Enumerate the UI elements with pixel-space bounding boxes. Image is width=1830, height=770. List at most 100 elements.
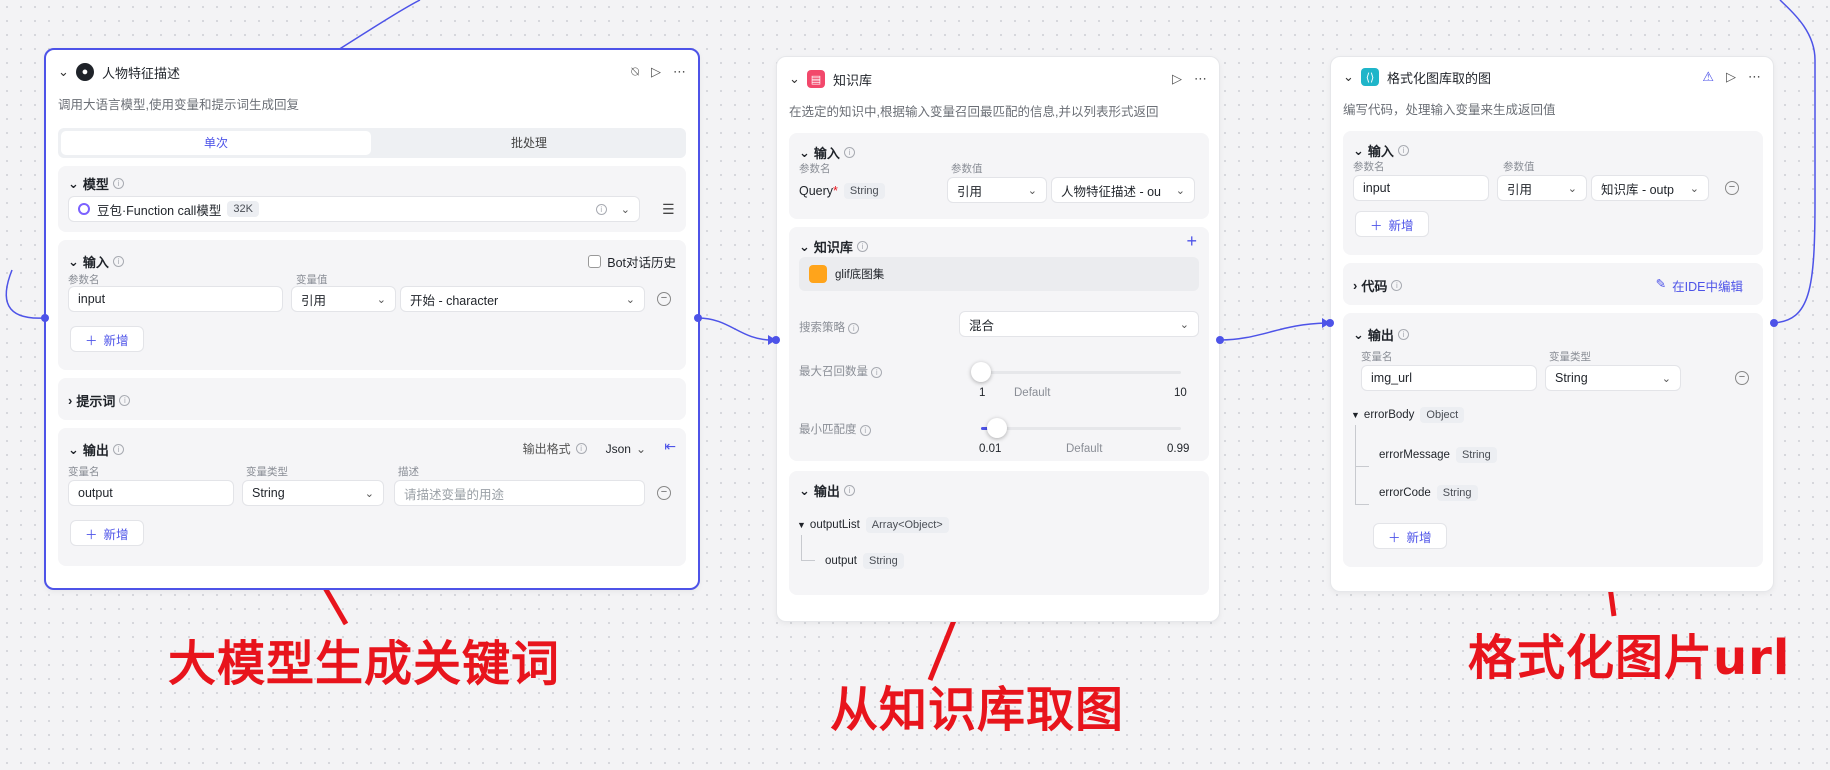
output-type-select[interactable]: String ⌄: [1545, 365, 1681, 391]
error-body-type: Object: [1420, 407, 1465, 423]
node1-input-port[interactable]: [41, 314, 49, 322]
plus-icon: ＋: [85, 333, 98, 348]
min-match-text: 最小匹配度: [799, 424, 857, 436]
edit-in-ide-link[interactable]: ✎ 在IDE中编辑: [1656, 276, 1743, 295]
node3-input-port[interactable]: [1326, 319, 1334, 327]
ref-value-select[interactable]: 人物特征描述 - ou ⌄: [1051, 177, 1195, 203]
output-var-value: output: [78, 486, 113, 500]
tree-expand-icon[interactable]: ▼: [797, 520, 806, 530]
tree-connector: [801, 535, 815, 561]
collapse-chevron-icon[interactable]: ⌄: [789, 71, 807, 87]
bot-history-checkbox[interactable]: Bot对话历史: [588, 252, 676, 271]
bell-off-icon[interactable]: ⍉: [631, 64, 639, 80]
chevron-right-icon[interactable]: ›: [1353, 278, 1357, 293]
kb-item[interactable]: glif底图集: [799, 257, 1199, 291]
add-label: 新增: [1406, 530, 1432, 545]
remove-icon[interactable]: −: [1735, 371, 1749, 385]
chevron-down-icon[interactable]: ⌄: [1353, 143, 1364, 159]
input-section: ⌄ 输入 i Bot对话历史 参数名 变量值 input 引用 ⌄ 开始 - char…: [58, 240, 686, 370]
ref-value-select[interactable]: 知识库 - outp ⌄: [1591, 175, 1709, 201]
info-icon: i: [856, 241, 868, 252]
output-section: ⌄ 输出 i 变量名 变量类型 img_url String ⌄ − ▼ errorB…: [1343, 313, 1763, 567]
node3-output-port[interactable]: [1770, 319, 1778, 327]
add-input-button[interactable]: ＋ 新增: [1355, 211, 1429, 237]
node2-output-port[interactable]: [1216, 336, 1224, 344]
chevron-down-icon[interactable]: ⌄: [68, 254, 79, 270]
add-kb-icon[interactable]: +: [1186, 231, 1197, 252]
collapse-chevron-icon[interactable]: ⌄: [1343, 69, 1361, 85]
tab-single[interactable]: 单次: [61, 131, 371, 155]
remove-icon[interactable]: −: [657, 486, 671, 500]
export-icon[interactable]: ⇤: [664, 438, 676, 455]
chevron-down-icon: ⌄: [1175, 184, 1185, 197]
node-character-description[interactable]: ⌄ ● 人物特征描述 ⍉ ▷ ⋯ 调用大语言模型,使用变量和提示词生成回复 单次…: [44, 48, 700, 590]
chevron-down-icon[interactable]: ⌄: [68, 176, 79, 192]
min-match-default: Default: [1066, 443, 1103, 455]
input-section-title: 输入: [82, 255, 109, 270]
desc-input[interactable]: 请描述变量的用途: [394, 480, 645, 506]
info-icon[interactable]: i: [595, 203, 607, 215]
run-icon[interactable]: ▷: [1726, 69, 1736, 85]
model-select[interactable]: 豆包·Function call模型 32K i ⌄: [68, 196, 640, 222]
more-icon[interactable]: ⋯: [1748, 69, 1761, 85]
chevron-down-icon[interactable]: ⌄: [799, 145, 810, 161]
output-var-name-input[interactable]: output: [68, 480, 234, 506]
output-var-name-input[interactable]: img_url: [1361, 365, 1537, 391]
node-description: 调用大语言模型,使用变量和提示词生成回复: [58, 98, 299, 112]
param-name-input[interactable]: input: [68, 286, 283, 312]
ref-value-select[interactable]: 开始 - character ⌄: [400, 286, 645, 312]
output-type-select[interactable]: String ⌄: [242, 480, 384, 506]
chevron-down-icon: ⌄: [376, 293, 386, 306]
node2-input-port[interactable]: [772, 336, 780, 344]
info-icon: i: [843, 147, 855, 158]
error-body-row: ▼ errorBody Object: [1351, 407, 1465, 423]
max-recall-track[interactable]: [981, 371, 1181, 374]
run-icon[interactable]: ▷: [651, 64, 661, 80]
plus-icon: ＋: [1370, 218, 1383, 233]
min-match-track[interactable]: [981, 427, 1181, 430]
chevron-down-icon: ⌄: [635, 441, 646, 456]
ref-type-select[interactable]: 引用 ⌄: [1497, 175, 1587, 201]
settings-sliders-icon[interactable]: ☰: [662, 201, 675, 218]
param-name-input[interactable]: input: [1353, 175, 1489, 201]
tree-expand-icon[interactable]: ▼: [1351, 410, 1360, 420]
chevron-right-icon[interactable]: ›: [68, 393, 72, 408]
query-label: Query: [799, 184, 834, 198]
node1-output-port[interactable]: [694, 314, 702, 322]
edit-in-ide-label: 在IDE中编辑: [1672, 280, 1743, 294]
tree-connector: [1355, 453, 1369, 467]
add-input-button[interactable]: ＋ 新增: [70, 326, 144, 352]
plus-icon: ＋: [85, 527, 98, 542]
remove-icon[interactable]: −: [657, 292, 671, 306]
remove-icon[interactable]: −: [1725, 181, 1739, 195]
min-match-knob[interactable]: [987, 418, 1007, 438]
ref-type-select[interactable]: 引用 ⌄: [947, 177, 1047, 203]
info-icon: i: [112, 256, 124, 267]
strategy-select[interactable]: 混合 ⌄: [959, 311, 1199, 337]
node-format-image[interactable]: ⌄ ⟨⟩ 格式化图库取的图 ⚠ ▷ ⋯ 编写代码，处理输入变量来生成返回值 ⌄ 输…: [1330, 56, 1774, 592]
info-icon: i: [1397, 329, 1409, 340]
add-output-button[interactable]: ＋ 新增: [1373, 523, 1447, 549]
max-recall-knob[interactable]: [971, 362, 991, 382]
chevron-down-icon[interactable]: ⌄: [68, 442, 79, 458]
info-icon: i: [859, 425, 871, 436]
output-format-select[interactable]: Json: [606, 442, 631, 456]
chevron-down-icon: ⌄: [1689, 182, 1699, 195]
more-icon[interactable]: ⋯: [673, 64, 686, 80]
chevron-down-icon: ⌄: [1179, 318, 1189, 331]
chevron-down-icon[interactable]: ⌄: [1353, 327, 1364, 343]
run-icon[interactable]: ▷: [1172, 71, 1182, 87]
collapse-chevron-icon[interactable]: ⌄: [58, 64, 76, 80]
add-output-button[interactable]: ＋ 新增: [70, 520, 144, 546]
checkbox-icon[interactable]: [588, 255, 602, 268]
info-icon: i: [112, 444, 124, 455]
doubao-logo-icon: [78, 203, 90, 215]
add-label: 新增: [103, 527, 129, 542]
more-icon[interactable]: ⋯: [1194, 71, 1207, 87]
node-knowledge-base[interactable]: ⌄ ▤ 知识库 ▷ ⋯ 在选定的知识中,根据输入变量召回最匹配的信息,并以列表形…: [776, 56, 1220, 622]
warning-icon[interactable]: ⚠: [1702, 69, 1714, 85]
chevron-down-icon[interactable]: ⌄: [799, 239, 810, 255]
ref-type-select[interactable]: 引用 ⌄: [291, 286, 396, 312]
tab-batch[interactable]: 批处理: [374, 131, 684, 155]
chevron-down-icon[interactable]: ⌄: [799, 483, 810, 499]
